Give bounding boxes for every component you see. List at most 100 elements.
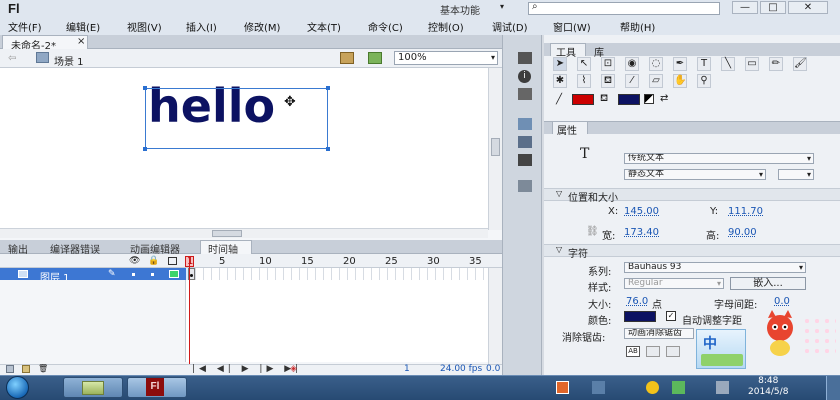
swap-colors-icon[interactable]: ⇄ [660, 93, 668, 104]
start-button[interactable] [6, 376, 29, 399]
text-engine-select[interactable]: 传统文本 ▾ [624, 153, 814, 164]
maximize-button[interactable]: □ [760, 1, 786, 14]
tray-input-icon[interactable] [556, 381, 569, 394]
link-icon[interactable]: ⛓ [586, 226, 599, 237]
menu-view[interactable]: 视图(V) [127, 19, 162, 34]
auto-kern-checkbox[interactable]: ✓ [666, 311, 676, 321]
trash-icon[interactable]: 🗑 [38, 364, 48, 373]
frame-strip[interactable] [188, 268, 488, 280]
text-tool-icon[interactable]: T [697, 57, 711, 71]
onion-skin-icon[interactable]: ◈ [290, 364, 297, 374]
font-family-select[interactable]: Bauhaus 93 ▾ [624, 262, 806, 273]
zoom-select[interactable]: 100% ▾ [394, 51, 498, 65]
hand-tool-icon[interactable]: ✋ [673, 74, 687, 88]
text-orientation-select[interactable]: ▾ [778, 169, 814, 180]
letter-spacing-value[interactable]: 0.0 [774, 296, 790, 307]
zoom-tool-icon[interactable]: ⚲ [697, 74, 711, 88]
chevron-down-icon[interactable]: ▾ [500, 2, 504, 11]
deco-tool-icon[interactable]: ✱ [553, 74, 567, 88]
code-snippets-icon[interactable] [518, 154, 532, 166]
y-value[interactable]: 111.70 [728, 206, 763, 217]
fill-color-swatch[interactable] [618, 94, 640, 105]
render-html-icon[interactable] [646, 346, 660, 357]
scroll-thumb[interactable] [212, 230, 242, 237]
resize-handle[interactable] [326, 86, 330, 90]
back-arrow-icon[interactable]: ⇦ [8, 53, 16, 64]
search-input[interactable]: ⌕ [528, 1, 720, 15]
playback-controls[interactable]: |◀ ◀| ▶ |▶ ▶| [192, 364, 302, 374]
ime-tools-icon[interactable] [701, 354, 743, 366]
menu-text[interactable]: 文本(T) [307, 19, 341, 34]
document-tab[interactable]: 未命名-2* × [2, 35, 88, 52]
info-panel-icon[interactable]: i [518, 70, 531, 83]
brush-tool-icon[interactable]: 🖌 [793, 57, 807, 71]
x-value[interactable]: 145.00 [624, 206, 659, 217]
eraser-tool-icon[interactable]: ▱ [649, 74, 663, 88]
text-color-swatch[interactable] [624, 311, 656, 322]
stroke-color-swatch[interactable] [572, 94, 594, 105]
tray-network-icon[interactable] [672, 381, 685, 394]
visibility-dot[interactable] [132, 273, 135, 276]
width-value[interactable]: 173.40 [624, 227, 659, 238]
menu-commands[interactable]: 命令(C) [368, 19, 403, 34]
pen-tool-icon[interactable]: ✒ [673, 57, 687, 71]
tray-icon[interactable] [592, 381, 605, 394]
tray-volume-icon[interactable] [716, 381, 729, 394]
menu-control[interactable]: 控制(O) [428, 19, 464, 34]
menu-insert[interactable]: 插入(I) [186, 19, 217, 34]
lock-dot[interactable] [151, 273, 154, 276]
default-colors-icon[interactable] [644, 94, 654, 104]
menu-help[interactable]: 帮助(H) [620, 19, 655, 34]
taskbar-explorer-button[interactable] [63, 377, 123, 398]
lasso-tool-icon[interactable]: ◌ [649, 57, 663, 71]
rectangle-tool-icon[interactable]: ▭ [745, 57, 759, 71]
new-layer-icon[interactable] [6, 365, 14, 373]
close-button[interactable]: ✕ [788, 1, 828, 14]
selectable-text-icon[interactable]: AB [626, 346, 640, 357]
resize-handle[interactable] [143, 147, 147, 151]
menu-file[interactable]: 文件(F) [8, 19, 42, 34]
embed-button[interactable]: 嵌入... [730, 277, 806, 290]
tray-plus-icon[interactable] [646, 381, 659, 394]
eye-icon[interactable]: 👁 [129, 256, 140, 266]
menu-window[interactable]: 窗口(W) [553, 19, 591, 34]
scroll-thumb[interactable] [491, 138, 500, 156]
transform-panel-icon[interactable] [518, 88, 532, 100]
fps-readout[interactable]: 24.00 fps [440, 364, 482, 374]
font-size-value[interactable]: 76.0 [626, 296, 648, 307]
resize-handle[interactable] [326, 147, 330, 151]
subselection-tool-icon[interactable]: ↖ [577, 57, 591, 71]
outline-icon[interactable] [168, 257, 177, 265]
vertical-scrollbar[interactable] [488, 68, 502, 230]
bone-tool-icon[interactable]: ⌇ [577, 74, 591, 88]
resize-handle[interactable] [143, 86, 147, 90]
ime-toolbar[interactable]: 中 [696, 329, 746, 369]
edit-scene-icon[interactable] [340, 52, 354, 64]
3d-rotation-tool-icon[interactable]: ◉ [625, 57, 639, 71]
menu-edit[interactable]: 编辑(E) [66, 19, 100, 34]
align-panel-icon[interactable] [518, 52, 532, 64]
selection-tool-icon[interactable]: ➤ [553, 57, 567, 71]
new-folder-icon[interactable] [22, 365, 30, 373]
paint-bucket-tool-icon[interactable]: ⛾ [601, 74, 615, 88]
system-clock[interactable]: 8:48 2014/5/8 [748, 376, 788, 398]
line-tool-icon[interactable]: ╲ [721, 57, 735, 71]
layer-color-box[interactable] [169, 270, 179, 278]
lock-icon[interactable]: 🔒 [148, 256, 159, 266]
workspace-switcher[interactable]: 基本功能 [440, 2, 480, 17]
menu-debug[interactable]: 调试(D) [492, 19, 528, 34]
tab-properties[interactable]: 属性 [557, 122, 577, 137]
text-type-select[interactable]: 静态文本 ▾ [624, 169, 766, 180]
menu-modify[interactable]: 修改(M) [244, 19, 280, 34]
eyedropper-tool-icon[interactable]: ⁄ [625, 74, 639, 88]
section-character[interactable] [544, 244, 840, 257]
minimize-button[interactable]: — [732, 1, 758, 14]
horizontal-scrollbar[interactable] [0, 228, 488, 238]
edit-symbol-icon[interactable] [368, 52, 382, 64]
pencil-tool-icon[interactable]: ✏ [769, 57, 783, 71]
components-panel-icon[interactable] [518, 136, 532, 148]
free-transform-tool-icon[interactable]: ⊡ [601, 57, 615, 71]
actions-panel-icon[interactable] [518, 118, 532, 130]
font-style-select[interactable]: Regular ▾ [624, 278, 724, 289]
timeline-scrollbar[interactable] [488, 268, 502, 364]
